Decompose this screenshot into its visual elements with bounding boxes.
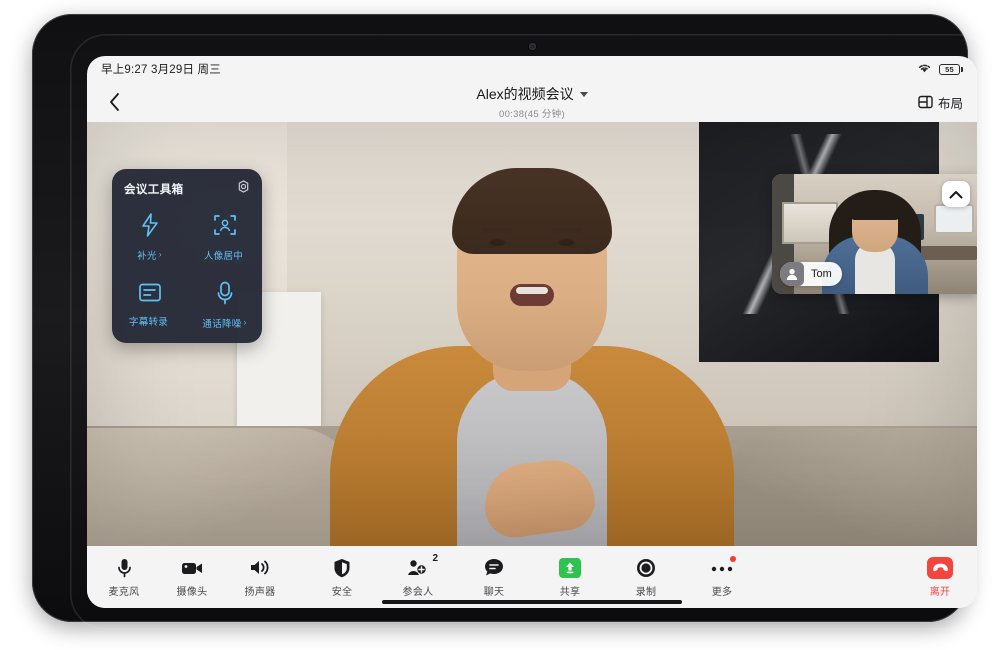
control-camera[interactable]: 摄像头 — [175, 557, 209, 598]
toolbox-item-label: 通话降噪 › — [202, 316, 246, 330]
toolbox-item-noise-reduction[interactable]: 通话降噪 › — [187, 271, 262, 339]
leave-label: 离开 — [929, 586, 951, 598]
meeting-toolbox-panel[interactable]: 会议工具箱 补光 › 人像居中 字幕转录 通话降噪 › — [112, 169, 262, 343]
tablet-device: 早上9:27 3月29日 周三 55 Alex的视频会议 00:38(45 分钟… — [32, 14, 977, 622]
main-video-feed[interactable]: 会议工具箱 补光 › 人像居中 字幕转录 通话降噪 › Tom — [87, 122, 977, 546]
action-more[interactable]: 更多 — [705, 555, 739, 598]
chevron-right-icon: › — [158, 250, 162, 259]
meeting-actions-group: 安全 2 参会人 聊天 共享 录制 更多 — [325, 553, 739, 598]
chevron-down-icon[interactable] — [579, 91, 588, 97]
share-tile — [559, 557, 581, 578]
leave-group: 离开 — [923, 556, 957, 598]
toolbox-label-text: 人像居中 — [203, 250, 244, 262]
toolbox-header: 会议工具箱 — [112, 179, 262, 199]
shield-icon — [333, 557, 351, 579]
battery-indicator: 55 — [939, 63, 963, 75]
battery-cap — [961, 66, 963, 72]
control-label: 扬声器 — [244, 586, 276, 598]
status-bar: 早上9:27 3月29日 周三 55 — [87, 56, 977, 82]
action-label: 录制 — [635, 586, 657, 598]
pip-name-badge: Tom — [780, 262, 842, 286]
meeting-title-row[interactable]: Alex的视频会议 — [476, 84, 588, 104]
hang-up-phone-icon — [927, 556, 953, 579]
action-label: 聊天 — [483, 586, 505, 598]
chevron-right-icon: › — [243, 318, 247, 327]
toolbox-label-text: 字幕转录 — [128, 317, 169, 328]
leave-tile — [927, 556, 953, 579]
action-label: 安全 — [331, 586, 353, 598]
front-camera-icon — [529, 43, 536, 50]
chevron-up-icon — [949, 190, 963, 198]
toolbox-item-label: 补光 › — [137, 248, 162, 262]
pip-collapse-button[interactable] — [942, 181, 970, 207]
layout-icon — [918, 95, 933, 109]
lightning-bolt-icon — [139, 212, 161, 242]
meeting-duration: 00:38(45 分钟) — [499, 109, 565, 120]
pip-person-hair-top — [848, 194, 901, 220]
microphone-icon — [215, 281, 235, 310]
person-avatar-icon — [780, 262, 804, 286]
wifi-icon — [917, 62, 932, 77]
meeting-title-block: Alex的视频会议 00:38(45 分钟) — [87, 82, 977, 122]
status-indicators: 55 — [917, 62, 963, 77]
action-record[interactable]: 录制 — [629, 557, 663, 598]
layout-button[interactable]: 布局 — [918, 93, 963, 112]
status-time-date: 早上9:27 3月29日 周三 — [101, 64, 221, 76]
action-label: 参会人 — [402, 586, 434, 598]
video-camera-icon — [181, 557, 203, 579]
chat-bubble-icon — [484, 557, 504, 579]
action-security[interactable]: 安全 — [325, 557, 359, 598]
action-share[interactable]: 共享 — [553, 557, 587, 598]
layout-label: 布局 — [937, 96, 963, 111]
toolbox-label-text: 补光 — [137, 250, 157, 262]
leave-meeting-button[interactable]: 离开 — [923, 556, 957, 598]
control-label: 麦克风 — [108, 586, 140, 598]
control-speaker[interactable]: 扬声器 — [243, 557, 277, 598]
gear-icon[interactable] — [237, 180, 250, 198]
toolbox-title: 会议工具箱 — [124, 184, 184, 196]
toolbox-item-portrait-center[interactable]: 人像居中 — [187, 203, 262, 271]
action-label: 更多 — [711, 586, 733, 598]
toolbox-item-label: 人像居中 — [204, 248, 245, 262]
caption-box-icon — [138, 282, 162, 308]
pip-monitor — [934, 204, 974, 234]
screenshot-stage: 早上9:27 3月29日 周三 55 Alex的视频会议 00:38(45 分钟… — [0, 0, 1000, 650]
speaker-icon — [249, 557, 271, 579]
person-focus-frame-icon — [213, 213, 237, 242]
page-title: Alex的视频会议 — [476, 86, 574, 102]
control-microphone[interactable]: 麦克风 — [107, 557, 141, 598]
participant-count-badge: 2 — [432, 552, 438, 564]
home-indicator[interactable] — [382, 600, 682, 604]
toolbox-item-fill-light[interactable]: 补光 › — [112, 203, 187, 271]
microphone-icon — [117, 557, 132, 579]
back-chevron-icon — [109, 93, 119, 111]
battery-level-text: 55 — [939, 63, 960, 75]
tablet-screen: 早上9:27 3月29日 周三 55 Alex的视频会议 00:38(45 分钟… — [87, 56, 977, 608]
app-header: Alex的视频会议 00:38(45 分钟) 布局 — [87, 82, 977, 122]
toolbox-items: 补光 › 人像居中 字幕转录 通话降噪 › — [112, 203, 262, 339]
device-controls-group: 麦克风 摄像头 扬声器 — [107, 557, 277, 598]
back-button[interactable] — [101, 89, 127, 115]
more-dots-icon — [711, 555, 736, 579]
pip-participant-video[interactable]: Tom — [772, 174, 977, 294]
notification-dot — [730, 555, 736, 562]
share-up-arrow-icon — [559, 557, 581, 579]
bottom-toolbar: 麦克风 摄像头 扬声器 安全 2 参会人 聊天 共享 录制 更多 离开 — [87, 546, 977, 608]
action-label: 共享 — [559, 586, 581, 598]
action-chat[interactable]: 聊天 — [477, 557, 511, 598]
action-participants[interactable]: 2 参会人 — [401, 553, 438, 598]
people-icon: 2 — [407, 553, 438, 579]
toolbox-item-caption-transcribe[interactable]: 字幕转录 — [112, 271, 187, 339]
pip-participant-name: Tom — [811, 268, 832, 280]
toolbox-item-label: 字幕转录 — [129, 314, 170, 328]
control-label: 摄像头 — [176, 586, 208, 598]
toolbox-label-text: 通话降噪 — [202, 318, 242, 330]
record-circle-icon — [636, 557, 656, 579]
